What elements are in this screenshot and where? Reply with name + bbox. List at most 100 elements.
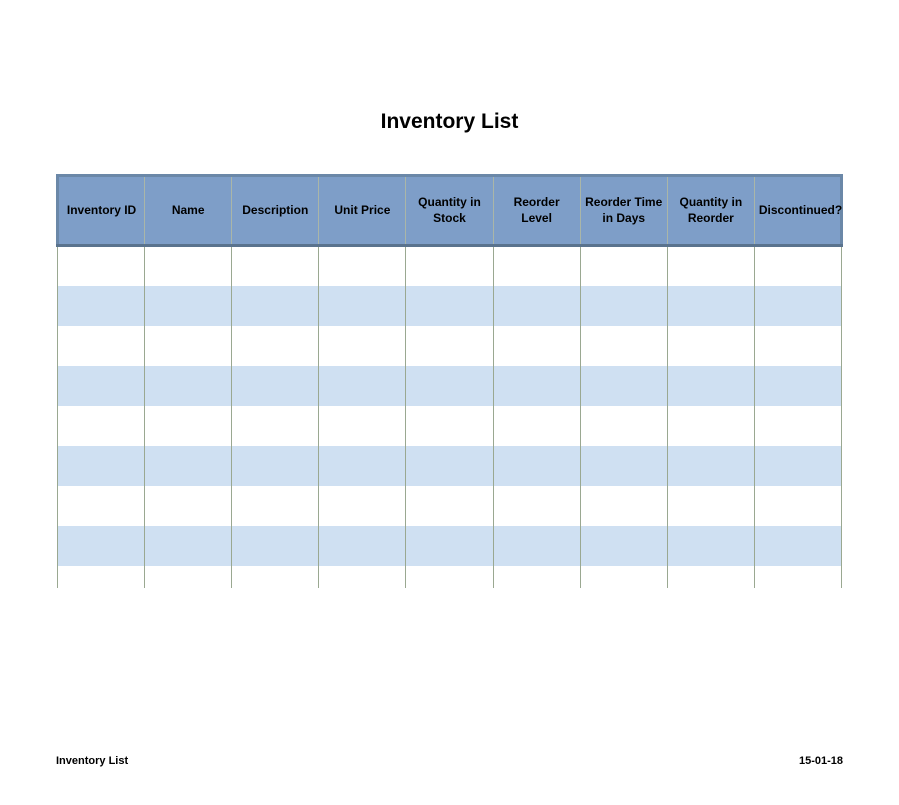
table-cell[interactable]: [580, 526, 667, 566]
table-header: Inventory ID Name Description Unit Price…: [58, 176, 842, 246]
page-footer: Inventory List 15-01-18: [56, 755, 843, 767]
table-cell[interactable]: [58, 486, 145, 526]
table-row: [58, 486, 842, 526]
table-cell[interactable]: [232, 446, 319, 486]
table-cell[interactable]: [58, 326, 145, 366]
col-quantity-stock: Quantity in Stock: [406, 176, 493, 246]
table-cell[interactable]: [754, 286, 841, 326]
table-cell[interactable]: [145, 366, 232, 406]
table-cell[interactable]: [493, 406, 580, 446]
table-cell[interactable]: [232, 286, 319, 326]
table-cell[interactable]: [232, 526, 319, 566]
table-cell[interactable]: [58, 286, 145, 326]
table-cell[interactable]: [754, 326, 841, 366]
table-cell[interactable]: [406, 286, 493, 326]
table-cell[interactable]: [145, 246, 232, 286]
table-cell[interactable]: [58, 366, 145, 406]
table-cell[interactable]: [145, 446, 232, 486]
table-cell[interactable]: [493, 326, 580, 366]
table-cell[interactable]: [319, 446, 406, 486]
table-cell[interactable]: [580, 286, 667, 326]
table-cell[interactable]: [493, 526, 580, 566]
table-cell[interactable]: [667, 446, 754, 486]
table-cell[interactable]: [58, 526, 145, 566]
table-row: [58, 406, 842, 446]
table-cell[interactable]: [580, 486, 667, 526]
table-cell[interactable]: [406, 246, 493, 286]
table-cell[interactable]: [754, 246, 841, 286]
table-cell[interactable]: [58, 246, 145, 286]
table-cell[interactable]: [232, 366, 319, 406]
table-cell[interactable]: [754, 446, 841, 486]
table-cell[interactable]: [754, 366, 841, 406]
table-cell[interactable]: [406, 406, 493, 446]
table-cell[interactable]: [319, 526, 406, 566]
table-cell[interactable]: [319, 406, 406, 446]
table-cell[interactable]: [493, 566, 580, 588]
col-reorder-level: Reorder Level: [493, 176, 580, 246]
table-cell[interactable]: [667, 366, 754, 406]
col-unit-price: Unit Price: [319, 176, 406, 246]
table-cell[interactable]: [145, 566, 232, 588]
table-cell[interactable]: [580, 326, 667, 366]
table-cell[interactable]: [319, 566, 406, 588]
table-cell[interactable]: [406, 446, 493, 486]
table-cell[interactable]: [493, 486, 580, 526]
table-cell[interactable]: [319, 286, 406, 326]
table-cell[interactable]: [754, 566, 841, 588]
table-cell[interactable]: [406, 326, 493, 366]
table-cell[interactable]: [232, 326, 319, 366]
col-reorder-time: Reorder Time in Days: [580, 176, 667, 246]
table-cell[interactable]: [58, 406, 145, 446]
table-cell[interactable]: [667, 286, 754, 326]
table-body: [58, 246, 842, 588]
table-row: [58, 326, 842, 366]
table-cell[interactable]: [493, 286, 580, 326]
table-cell[interactable]: [145, 286, 232, 326]
table-cell[interactable]: [754, 406, 841, 446]
table-row: [58, 446, 842, 486]
table-cell[interactable]: [493, 366, 580, 406]
page-title: Inventory List: [0, 110, 899, 134]
table-cell[interactable]: [145, 326, 232, 366]
table-cell[interactable]: [580, 406, 667, 446]
table-cell[interactable]: [319, 246, 406, 286]
table-row: [58, 526, 842, 566]
table-cell[interactable]: [406, 566, 493, 588]
footer-right: 15-01-18: [799, 755, 843, 767]
table-cell[interactable]: [493, 246, 580, 286]
table-cell[interactable]: [406, 526, 493, 566]
table-cell[interactable]: [319, 326, 406, 366]
table-cell[interactable]: [580, 446, 667, 486]
col-description: Description: [232, 176, 319, 246]
table-cell[interactable]: [145, 526, 232, 566]
table-cell[interactable]: [754, 526, 841, 566]
table-cell[interactable]: [232, 246, 319, 286]
table-cell[interactable]: [232, 406, 319, 446]
table-cell[interactable]: [667, 526, 754, 566]
table-cell[interactable]: [667, 406, 754, 446]
col-inventory-id: Inventory ID: [58, 176, 145, 246]
table-cell[interactable]: [319, 366, 406, 406]
table-cell[interactable]: [58, 446, 145, 486]
inventory-table: Inventory ID Name Description Unit Price…: [56, 174, 843, 588]
table-cell[interactable]: [145, 486, 232, 526]
table-cell[interactable]: [667, 566, 754, 588]
table-cell[interactable]: [406, 366, 493, 406]
inventory-table-wrapper: Inventory ID Name Description Unit Price…: [0, 174, 899, 588]
table-cell[interactable]: [667, 486, 754, 526]
table-cell[interactable]: [319, 486, 406, 526]
table-cell[interactable]: [493, 446, 580, 486]
table-cell[interactable]: [580, 246, 667, 286]
table-cell[interactable]: [754, 486, 841, 526]
table-cell[interactable]: [667, 246, 754, 286]
table-cell[interactable]: [232, 566, 319, 588]
table-cell[interactable]: [58, 566, 145, 588]
table-cell[interactable]: [580, 366, 667, 406]
table-cell[interactable]: [667, 326, 754, 366]
table-cell[interactable]: [232, 486, 319, 526]
table-cell[interactable]: [580, 566, 667, 588]
table-row: [58, 246, 842, 286]
table-cell[interactable]: [145, 406, 232, 446]
table-cell[interactable]: [406, 486, 493, 526]
